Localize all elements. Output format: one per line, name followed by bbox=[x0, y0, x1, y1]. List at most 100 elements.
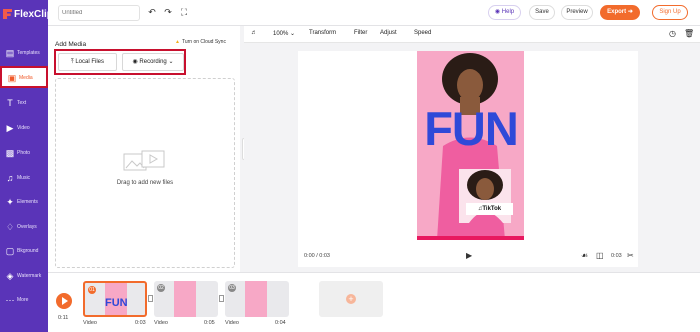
sidebar-item-label: Bkground bbox=[17, 248, 39, 254]
sidebar-item-overlays[interactable]: ♢ Overlays bbox=[0, 217, 48, 239]
clip-thumbnail bbox=[174, 281, 196, 317]
overlays-icon: ♢ bbox=[5, 222, 15, 232]
video-stage: FUN ♫TikTok bbox=[298, 51, 638, 240]
local-files-button[interactable]: ⤒ Local Files bbox=[58, 53, 117, 71]
elements-icon: ✦ bbox=[6, 197, 14, 207]
sidebar-item-background[interactable]: ▢ Bkground bbox=[0, 241, 48, 263]
preview-toolbar: ♬ 100% ⌄ Transform Filter Adjust Speed ◷… bbox=[244, 26, 700, 43]
music-icon: ♫ bbox=[6, 173, 14, 183]
chevron-down-icon: ⌄ bbox=[288, 31, 296, 37]
folder-icon: ▣ bbox=[7, 73, 17, 83]
clock-icon[interactable]: ◷ bbox=[669, 29, 676, 38]
media-placeholder-icon bbox=[123, 150, 165, 171]
more-icon: ⋯ bbox=[5, 295, 15, 305]
microphone-icon[interactable]: ☙ bbox=[581, 251, 588, 260]
redo-icon[interactable]: ↷ bbox=[163, 7, 173, 17]
fullscreen-icon[interactable]: ⛶ bbox=[179, 7, 189, 17]
save-button[interactable]: Save bbox=[529, 5, 555, 20]
cloud-icon: ▲ bbox=[175, 39, 180, 45]
sidebar-item-media[interactable]: ▣ Media bbox=[0, 66, 48, 88]
flexclip-logo-icon bbox=[3, 9, 12, 19]
help-button[interactable]: ◉ Help bbox=[488, 5, 521, 20]
recording-label: Recording bbox=[139, 59, 167, 65]
preview-canvas: FUN ♫TikTok 0:00 / 0:03 ▶ ☙ ◫ 0:03 ✂ bbox=[244, 43, 700, 272]
help-label: Help bbox=[501, 9, 515, 15]
arrow-right-icon: ➜ bbox=[626, 9, 633, 15]
split-icon[interactable]: ✂ bbox=[627, 251, 634, 260]
subtitle-icon[interactable]: ◫ bbox=[596, 251, 604, 260]
transition-icon[interactable] bbox=[219, 295, 224, 302]
adjust-button[interactable]: Adjust bbox=[380, 30, 397, 36]
signup-button[interactable]: Sign Up bbox=[652, 5, 688, 20]
sidebar-item-text[interactable]: T Text bbox=[0, 93, 48, 115]
play-icon[interactable]: ▶ bbox=[466, 251, 472, 260]
app-logo[interactable]: FlexClip bbox=[3, 7, 53, 21]
speed-button[interactable]: Speed bbox=[414, 30, 431, 36]
export-button[interactable]: Export ➜ bbox=[600, 5, 640, 20]
clip-number: 01 bbox=[88, 286, 96, 294]
sidebar-item-video[interactable]: ▶ Video bbox=[0, 118, 48, 140]
sidebar-item-photo[interactable]: ▩ Photo bbox=[0, 143, 48, 165]
clip-label: Video bbox=[83, 320, 97, 326]
playback-bar: 0:00 / 0:03 ▶ ☙ ◫ 0:03 ✂ bbox=[298, 240, 638, 267]
top-bar: ↶ ↷ ⛶ ◉ Help Save Preview Export ➜ Sign … bbox=[48, 0, 700, 26]
tiktok-badge: ♫TikTok bbox=[466, 203, 513, 215]
video-icon: ▶ bbox=[6, 123, 14, 133]
recording-button[interactable]: ◉ Recording ⌄ bbox=[122, 53, 184, 71]
sidebar-item-label: Video bbox=[17, 125, 30, 131]
help-icon: ◉ bbox=[494, 9, 502, 15]
drop-zone-text: Drag to add new files bbox=[116, 180, 174, 186]
background-icon: ▢ bbox=[5, 246, 15, 256]
chevron-down-icon: ⌄ bbox=[166, 59, 174, 65]
filter-button[interactable]: Filter bbox=[354, 30, 367, 36]
timeline: 0:11 FUN 01 Video 0:03 02 Video 0:05 03 … bbox=[48, 272, 700, 332]
timeline-play-button[interactable] bbox=[56, 293, 72, 309]
sidebar-item-label: Text bbox=[17, 100, 27, 106]
drop-zone[interactable]: Drag to add new files bbox=[55, 78, 235, 268]
clip-thumbnail-text: FUN bbox=[105, 297, 128, 309]
clip-duration: 0:05 bbox=[204, 320, 215, 326]
sidebar-item-label: Watermark bbox=[17, 273, 42, 279]
clip-duration: 0:04 bbox=[275, 320, 286, 326]
sidebar-item-label: Overlays bbox=[17, 224, 37, 230]
media-panel: Add Media ▲ Turn on Cloud Sync ⤒ Local Fi… bbox=[48, 26, 240, 272]
panel-title: Add Media bbox=[55, 41, 87, 48]
timeline-clip[interactable]: 03 bbox=[225, 281, 289, 317]
project-title-input[interactable] bbox=[58, 5, 140, 21]
playback-duration: 0:03 bbox=[611, 253, 622, 259]
sidebar-item-label: Elements bbox=[17, 199, 38, 205]
sidebar-item-elements[interactable]: ✦ Elements bbox=[0, 192, 48, 214]
clip-number: 03 bbox=[228, 284, 236, 292]
cloud-sync-toggle[interactable]: ▲ Turn on Cloud Sync bbox=[175, 39, 226, 45]
sidebar-item-watermark[interactable]: ◈ Watermark bbox=[0, 266, 48, 288]
transition-icon[interactable] bbox=[148, 295, 153, 302]
preview-button[interactable]: Preview bbox=[561, 5, 593, 20]
trash-icon[interactable]: 🗑 bbox=[684, 29, 694, 38]
sidebar-item-templates[interactable]: ▤ Templates bbox=[0, 43, 48, 65]
source-buttons-highlight: ⤒ Local Files ◉ Recording ⌄ bbox=[54, 49, 186, 75]
clip-thumbnail bbox=[245, 281, 267, 317]
transform-button[interactable]: Transform bbox=[309, 30, 336, 36]
sidebar: FlexClip ▤ Templates ▣ Media T Text ▶ Vi… bbox=[0, 0, 53, 332]
template-icon: ▤ bbox=[5, 48, 15, 58]
add-clip-button[interactable]: + bbox=[319, 281, 383, 317]
plus-icon: + bbox=[346, 294, 356, 304]
clip-label: Video bbox=[225, 320, 239, 326]
local-files-label: Local Files bbox=[75, 59, 104, 65]
zoom-select[interactable]: 100% ⌄ bbox=[273, 30, 295, 37]
watermark-icon: ◈ bbox=[6, 271, 14, 281]
clip-number: 02 bbox=[157, 284, 165, 292]
clip-label: Video bbox=[154, 320, 168, 326]
timeline-clip[interactable]: 02 bbox=[154, 281, 218, 317]
volume-icon[interactable]: ♬ bbox=[251, 30, 257, 36]
sidebar-item-label: Music bbox=[17, 175, 31, 181]
clip-duration: 0:03 bbox=[135, 320, 146, 326]
video-frame[interactable]: FUN ♫TikTok bbox=[417, 51, 524, 240]
sidebar-item-more[interactable]: ⋯ More bbox=[0, 290, 48, 312]
video-headline: FUN bbox=[424, 102, 519, 155]
photo-icon: ▩ bbox=[5, 148, 15, 158]
undo-icon[interactable]: ↶ bbox=[147, 7, 157, 17]
sidebar-item-music[interactable]: ♫ Music bbox=[0, 168, 48, 190]
timeline-clip[interactable]: FUN 01 bbox=[83, 281, 147, 317]
tiktok-label: TikTok bbox=[482, 206, 502, 212]
